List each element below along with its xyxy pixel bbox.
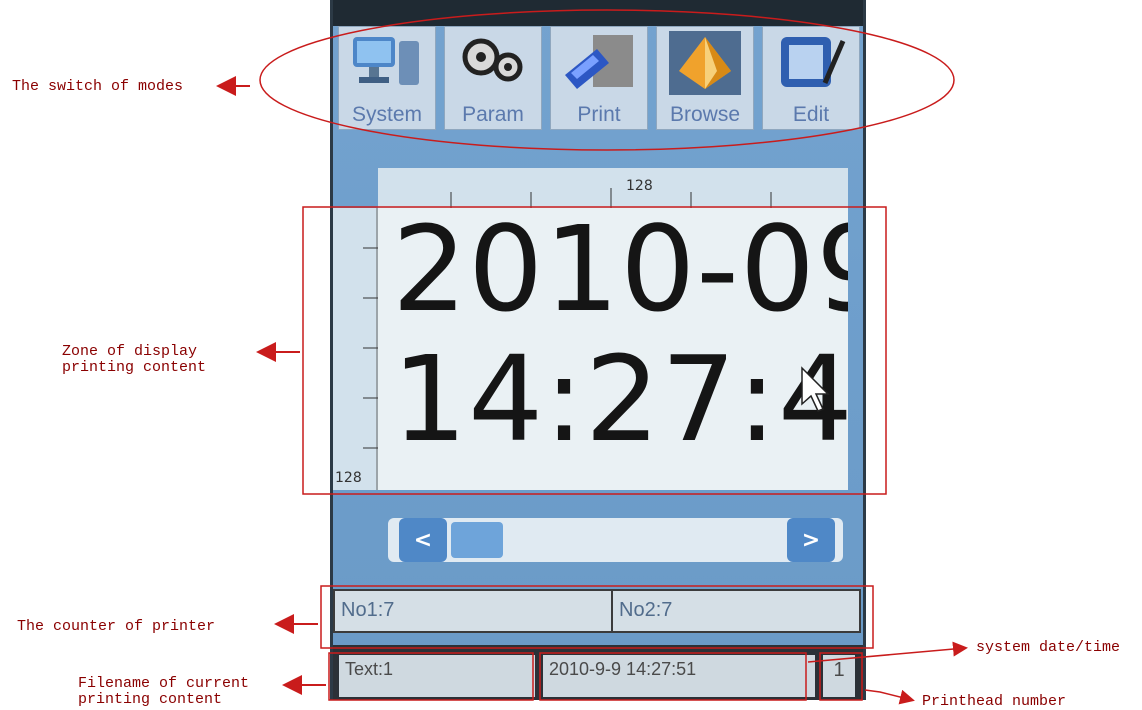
annotation-filename: Filename of current printing content bbox=[78, 675, 250, 708]
datetime-highlight-box bbox=[539, 652, 807, 701]
annotation-datetime: system date/time bbox=[976, 639, 1121, 656]
annotation-printhead: Printhead number bbox=[922, 693, 1067, 710]
annotation-zone: Zone of display printing content bbox=[62, 343, 207, 376]
datetime-arrow bbox=[807, 641, 968, 663]
annotation-modes: The switch of modes bbox=[12, 78, 184, 95]
printhead-arrow bbox=[864, 689, 915, 705]
zone-highlight-box bbox=[302, 206, 887, 495]
modes-highlight-ellipse bbox=[259, 9, 955, 151]
filename-highlight-box bbox=[328, 652, 534, 701]
counter-highlight-box bbox=[320, 585, 874, 649]
annotation-counter: The counter of printer bbox=[17, 618, 216, 635]
